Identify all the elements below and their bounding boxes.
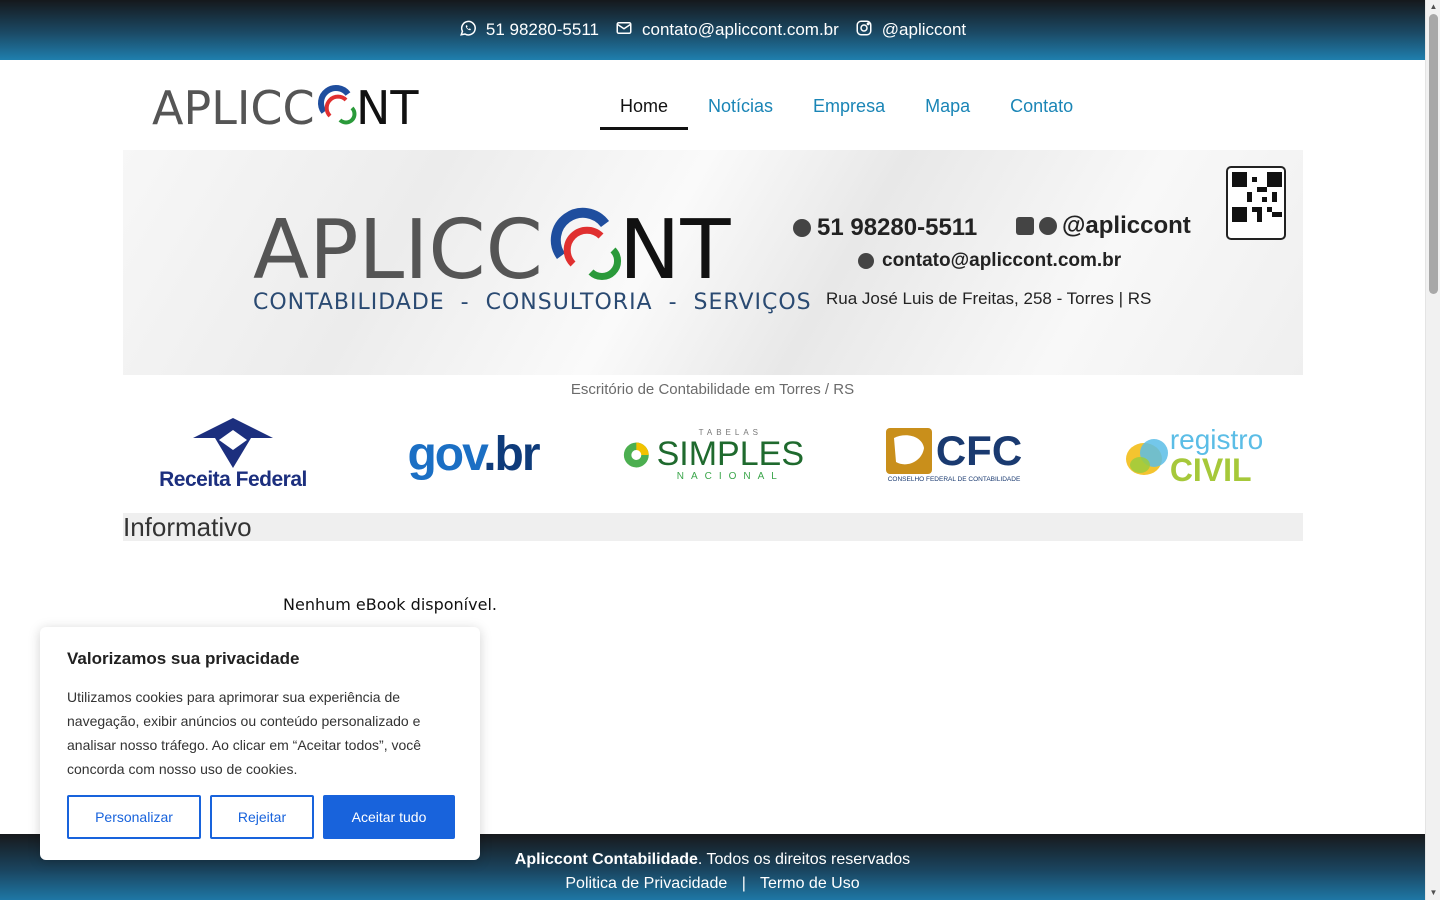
footer-rights: . Todos os direitos reservados [697, 851, 911, 868]
instagram-icon [855, 19, 873, 42]
banner-phone-block: 51 98280-5511 [793, 214, 977, 242]
registro-hands-icon [1125, 439, 1168, 475]
topbar-instagram: @apliccont [881, 20, 967, 39]
footer-separator: | [741, 875, 746, 892]
facebook-icon [1016, 217, 1034, 235]
logo-text: APLICC [152, 82, 315, 130]
banner-social: @apliccont [1062, 212, 1191, 239]
cookie-title: Valorizamos sua privacidade [67, 649, 300, 668]
banner-logo: APLICC NT [253, 203, 731, 287]
registro-civil-logo[interactable]: registro CIVIL [1110, 415, 1275, 495]
cookie-consent-banner: Valorizamos sua privacidade Utilizamos c… [40, 627, 480, 860]
logo-swirl-icon [318, 85, 357, 125]
cookie-actions: Personalizar Rejeitar Aceitar tudo [67, 795, 455, 839]
nav-home[interactable]: Home [600, 84, 689, 130]
receita-label: Receita Federal [159, 468, 307, 491]
envelope-icon [615, 19, 633, 42]
nav-noticias[interactable]: Notícias [688, 84, 793, 130]
receita-emblem-icon [193, 418, 273, 468]
top-contact-bar: 51 98280-5511 contato@apliccont.com.br @… [0, 0, 1425, 60]
banner-address: Rua José Luis de Freitas, 258 - Torres |… [826, 289, 1152, 308]
instagram-icon [1039, 217, 1057, 235]
nav-contato[interactable]: Contato [990, 84, 1093, 130]
accept-all-button[interactable]: Aceitar tudo [323, 795, 455, 839]
banner-social-block: @apliccont [1016, 212, 1191, 240]
logo-text-end: NT [356, 82, 419, 130]
banner-swirl-icon [550, 207, 622, 281]
simples-swirl-icon [623, 442, 649, 468]
whatsapp-icon [793, 219, 811, 237]
site-logo[interactable]: APLICC NT [152, 81, 422, 135]
footer-company: Apliccont Contabilidade [514, 851, 698, 868]
page-subtitle: Escritório de Contabilidade em Torres / … [570, 381, 855, 398]
topbar-email: contato@apliccont.com.br [641, 20, 839, 39]
receita-federal-logo[interactable]: Receita Federal [158, 415, 308, 495]
banner-phone: 51 98280-5511 [817, 214, 978, 241]
whatsapp-link[interactable]: 51 98280-5511 [459, 19, 599, 42]
section-title: Informativo [123, 512, 252, 542]
govbr-br: .br [483, 428, 540, 481]
simples-main: SIMPLES [656, 435, 804, 473]
scroll-up-icon[interactable]: ▲ [1426, 0, 1440, 14]
simples-nacional-logo[interactable]: TABELAS SIMPLES NACIONAL [622, 415, 804, 495]
simples-sub: NACIONAL [676, 471, 784, 482]
nav-empresa[interactable]: Empresa [793, 84, 905, 130]
cfc-sub: CONSELHO FEDERAL DE CONTABILIDADE [887, 475, 1021, 483]
govbr-gov: gov [407, 428, 485, 481]
empty-ebook-message: Nenhum eBook disponível. [283, 595, 497, 614]
whatsapp-icon [459, 19, 477, 42]
banner-email: contato@apliccont.com.br [882, 250, 1122, 271]
page-scrollbar[interactable]: ▲ ▼ [1425, 0, 1440, 900]
scroll-down-icon[interactable]: ▼ [1426, 886, 1440, 900]
informativo-header: Informativo [123, 513, 1303, 541]
hero-banner: APLICC NT CONTABILIDADE - CONSULTORIA - … [123, 150, 1303, 375]
banner-name: APLICC [253, 203, 543, 287]
cookie-text: Utilizamos cookies para aprimorar sua ex… [67, 689, 422, 777]
cfc-logo[interactable]: CFC CONSELHO FEDERAL DE CONTABILIDADE [884, 415, 1024, 495]
registro-b: CIVIL [1169, 452, 1252, 488]
topbar-phone: 51 98280-5511 [485, 20, 599, 39]
terms-link[interactable]: Termo de Uso [760, 875, 860, 892]
nav-mapa[interactable]: Mapa [905, 84, 990, 130]
customize-button[interactable]: Personalizar [67, 795, 201, 839]
banner-name-end: NT [619, 203, 731, 287]
qr-code-icon [1226, 166, 1286, 240]
cfc-main: CFC [935, 426, 1023, 474]
banner-tagline: CONTABILIDADE - CONSULTORIA - SERVIÇOS [253, 290, 812, 315]
banner-email-block: contato@apliccont.com.br [858, 250, 1121, 272]
govbr-logo[interactable]: gov.br [398, 415, 548, 495]
registro-a: registro [1169, 424, 1264, 455]
instagram-link[interactable]: @apliccont [855, 19, 966, 42]
main-nav: Home Notícias Empresa Mapa Contato [600, 84, 1093, 130]
privacy-policy-link[interactable]: Politica de Privacidade [565, 875, 727, 892]
email-link[interactable]: contato@apliccont.com.br [615, 19, 839, 42]
scrollbar-thumb[interactable] [1429, 14, 1438, 294]
cfc-map-icon [885, 427, 932, 474]
envelope-icon [858, 253, 874, 269]
reject-button[interactable]: Rejeitar [210, 795, 314, 839]
